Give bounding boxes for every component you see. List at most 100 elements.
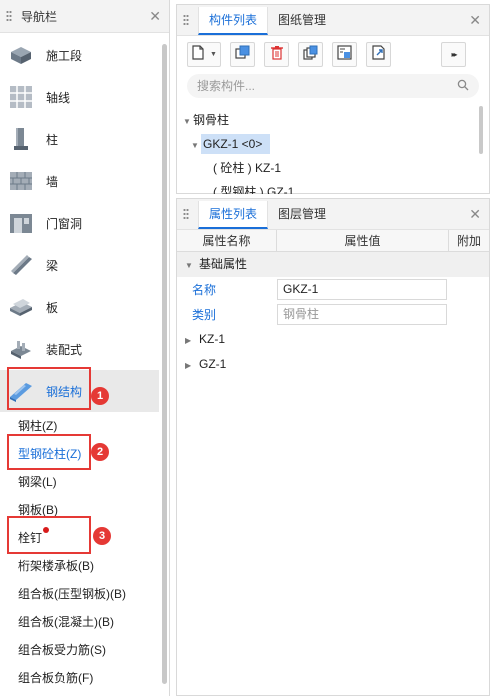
- nav-item-label: 柱: [46, 132, 59, 147]
- tree-scrollbar[interactable]: [479, 106, 483, 154]
- nav-item-label: 施工段: [46, 48, 83, 63]
- nav-item-label: 墙: [46, 174, 59, 189]
- copy-component-button[interactable]: [230, 41, 255, 67]
- tree-node-child[interactable]: ( 砼柱 ) KZ-1: [177, 156, 489, 180]
- search-input[interactable]: [197, 79, 437, 93]
- wall-icon: [8, 168, 34, 194]
- construction-segment-icon: [8, 42, 34, 68]
- component-tree: ▼ 钢骨柱 ▼ GKZ-1 <0> ( 砼柱 ) KZ-1 ( 型钢柱 ) GZ-1: [177, 98, 489, 194]
- sub-item-composite-slab-concrete[interactable]: 组合板(混凝土)(B): [0, 608, 159, 636]
- import-icon: [337, 45, 352, 63]
- highlight-box: [7, 367, 91, 410]
- search-icon[interactable]: [457, 79, 469, 94]
- axis-grid-icon: [8, 84, 34, 110]
- nav-scrollbar-thumb[interactable]: [162, 44, 167, 684]
- sub-item-composite-slab-neg-rebar[interactable]: 组合板负筋(F): [0, 664, 159, 692]
- nav-item-prefab[interactable]: 装配式: [0, 328, 159, 370]
- column-icon: [8, 126, 34, 152]
- prefab-icon: [8, 336, 34, 362]
- drag-handle-icon[interactable]: [6, 10, 12, 22]
- step-badge: 1: [91, 387, 109, 405]
- nav-item-wall[interactable]: 墙: [0, 160, 159, 202]
- tree-node-selected[interactable]: ▼ GKZ-1 <0>: [177, 132, 489, 156]
- nav-item-slab[interactable]: 板: [0, 286, 159, 328]
- property-group-label: KZ-1: [199, 332, 226, 346]
- drag-handle-icon[interactable]: [183, 14, 189, 26]
- nav-category-list: 施工段 轴线 柱 墙 门窗洞 梁 板 装配式 钢结构: [0, 34, 159, 412]
- sub-item-composite-slab-rebar[interactable]: 组合板受力筋(S): [0, 636, 159, 664]
- notification-dot: [43, 527, 49, 533]
- column-header-value[interactable]: 属性值: [277, 230, 449, 251]
- nav-item-label: 板: [46, 300, 59, 315]
- import-component-button[interactable]: [332, 41, 357, 67]
- close-icon[interactable]: ✕: [469, 207, 481, 221]
- layer-copy-button[interactable]: [298, 41, 323, 67]
- property-row: 类别 钢骨柱: [177, 302, 489, 327]
- nav-item-label: 轴线: [46, 90, 71, 105]
- double-chevron-right-icon: ▸▸: [451, 49, 457, 59]
- component-toolbar: ▼ ▸▸: [177, 36, 489, 72]
- navigation-title: 导航栏: [21, 9, 58, 24]
- nav-item-door-window[interactable]: 门窗洞: [0, 202, 159, 244]
- property-grid-header: 属性名称 属性值 附加: [177, 230, 489, 252]
- expand-arrow-icon[interactable]: ▶: [185, 328, 199, 353]
- slab-icon: [8, 294, 34, 320]
- component-panel-tabs: 构件列表 图纸管理 ✕: [177, 5, 489, 36]
- expand-arrow-icon[interactable]: ▼: [191, 134, 201, 158]
- new-file-icon: [191, 45, 205, 63]
- collapse-arrow-icon[interactable]: ▼: [185, 253, 199, 278]
- property-panel: 属性列表 图层管理 ✕ 属性名称 属性值 附加 ▼ 基础属性 名称 GKZ-1 类…: [176, 198, 490, 696]
- expand-arrow-icon[interactable]: ▶: [185, 353, 199, 378]
- nav-item-axis[interactable]: 轴线: [0, 76, 159, 118]
- nav-scrollbar[interactable]: [162, 44, 167, 694]
- expand-arrow-icon[interactable]: ▼: [183, 110, 193, 134]
- copy-icon: [235, 45, 250, 63]
- sub-item-truss-deck[interactable]: 桁架楼承板(B): [0, 552, 159, 580]
- property-group-gz[interactable]: ▶ GZ-1: [177, 352, 489, 377]
- nav-item-column[interactable]: 柱: [0, 118, 159, 160]
- tree-node-root[interactable]: ▼ 钢骨柱: [177, 108, 489, 132]
- more-tools-button[interactable]: ▸▸: [441, 41, 466, 67]
- component-search: [187, 74, 479, 98]
- navigation-header: 导航栏 ✕: [0, 0, 169, 33]
- sub-item-steel-beam[interactable]: 钢梁(L): [0, 468, 159, 496]
- column-header-extra[interactable]: 附加: [449, 230, 489, 251]
- tab-component-list[interactable]: 构件列表: [198, 7, 269, 35]
- property-group-label: 基础属性: [199, 257, 248, 271]
- property-row: 名称 GKZ-1: [177, 277, 489, 302]
- beam-icon: [8, 252, 34, 278]
- tab-property-list[interactable]: 属性列表: [198, 201, 269, 229]
- door-window-icon: [8, 210, 34, 236]
- close-icon[interactable]: ✕: [469, 13, 481, 27]
- property-group-label: GZ-1: [199, 357, 227, 371]
- tree-node-child[interactable]: ( 型钢柱 ) GZ-1: [177, 180, 489, 194]
- property-value-field[interactable]: GKZ-1: [277, 279, 447, 300]
- drag-handle-icon[interactable]: [183, 208, 189, 220]
- property-group-basic[interactable]: ▼ 基础属性: [177, 252, 489, 277]
- nav-item-construction-segment[interactable]: 施工段: [0, 34, 159, 76]
- tree-node-label: 钢骨柱: [193, 113, 230, 127]
- property-name: 名称: [192, 283, 217, 297]
- tree-node-label: GKZ-1 <0>: [201, 134, 271, 154]
- delete-component-button[interactable]: [264, 41, 289, 67]
- property-name: 类别: [192, 308, 217, 322]
- layer-copy-icon: [303, 45, 318, 63]
- tab-layer-management[interactable]: 图层管理: [268, 201, 336, 229]
- nav-item-beam[interactable]: 梁: [0, 244, 159, 286]
- column-header-name[interactable]: 属性名称: [177, 230, 277, 251]
- property-value-field: 钢骨柱: [277, 304, 447, 325]
- trash-icon: [270, 45, 284, 63]
- sub-item-composite-slab-deck[interactable]: 组合板(压型钢板)(B): [0, 580, 159, 608]
- tab-drawing-management[interactable]: 图纸管理: [268, 7, 336, 35]
- highlight-box: [7, 516, 91, 554]
- navigation-panel: 导航栏 ✕ 施工段 轴线 柱 墙 门窗洞 梁 板 装配式 钢结构 钢柱(Z) 型…: [0, 0, 170, 696]
- property-group-kz[interactable]: ▶ KZ-1: [177, 327, 489, 352]
- export-component-button[interactable]: [366, 41, 391, 67]
- highlight-box: [7, 434, 91, 470]
- step-badge: 3: [93, 527, 111, 545]
- nav-item-label: 装配式: [46, 342, 83, 357]
- close-icon[interactable]: ✕: [149, 9, 161, 23]
- chevron-down-icon: ▼: [210, 50, 217, 58]
- new-component-button[interactable]: ▼: [187, 41, 221, 67]
- nav-item-label: 梁: [46, 258, 59, 273]
